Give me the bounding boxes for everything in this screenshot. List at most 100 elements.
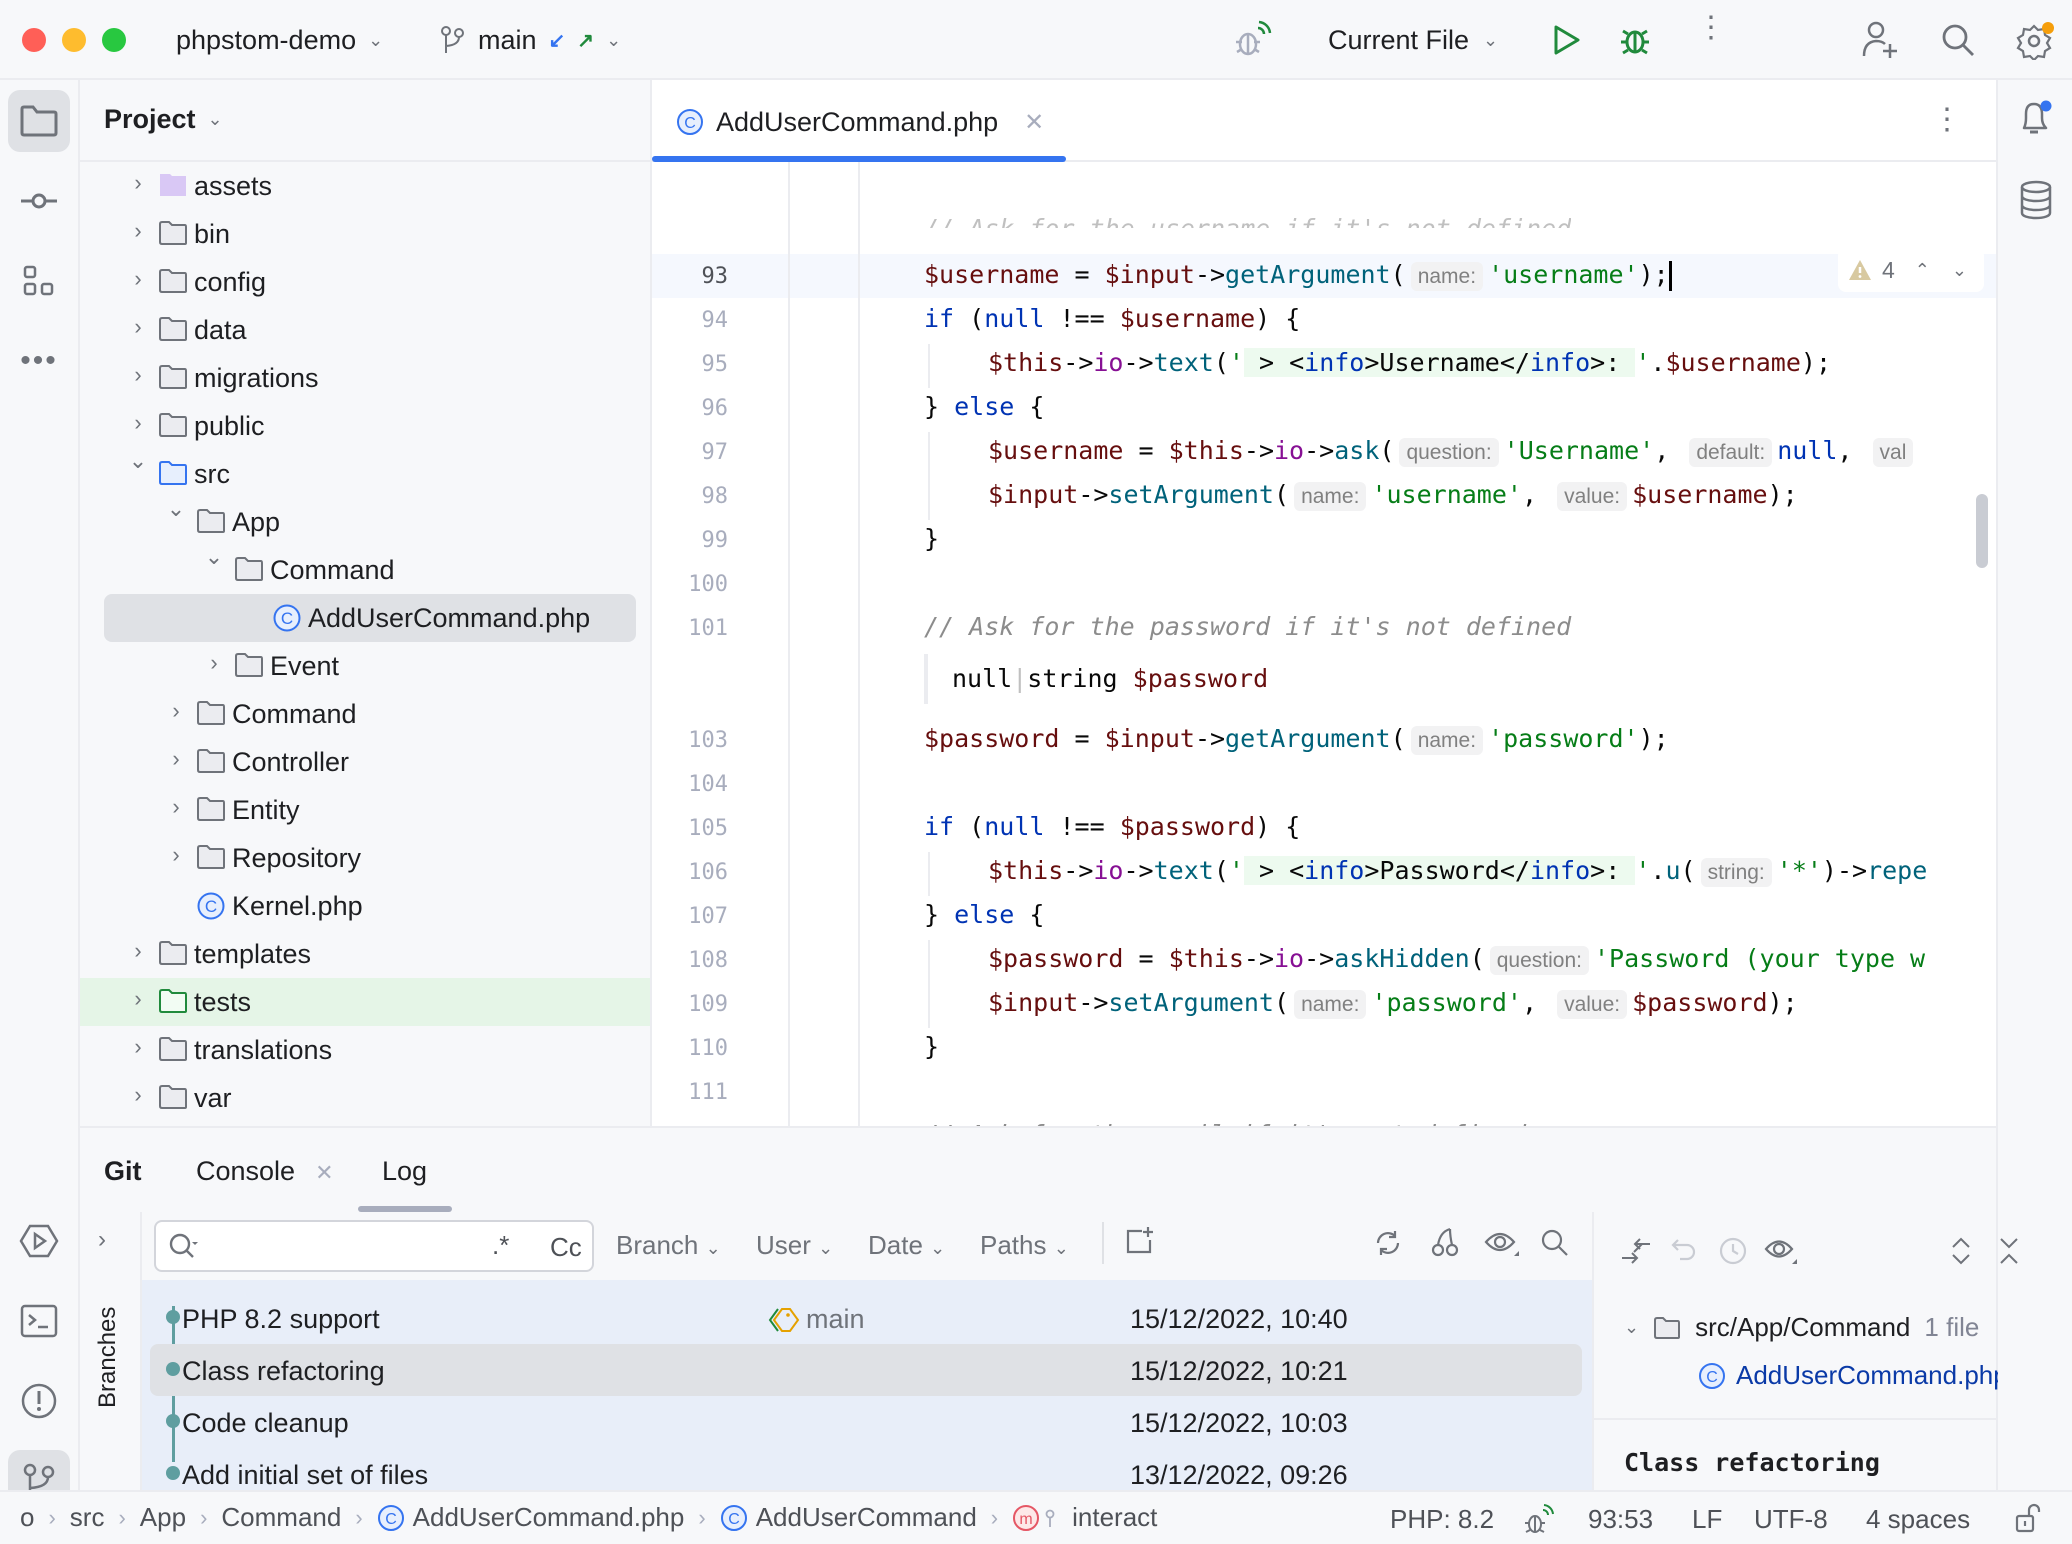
structure-tool-button[interactable] xyxy=(8,250,70,312)
caret-position[interactable]: 93:53 xyxy=(1588,1504,1653,1535)
expand-branches-icon[interactable]: › xyxy=(98,1226,106,1254)
tree-item-tests[interactable]: › tests xyxy=(80,978,650,1026)
project-view-selector[interactable]: Project ⌄ xyxy=(104,104,223,135)
branches-label[interactable]: Branches xyxy=(94,1307,122,1408)
indent-setting[interactable]: 4 spaces xyxy=(1866,1504,1970,1535)
search-everywhere-button[interactable] xyxy=(1940,22,1976,58)
refresh-button[interactable] xyxy=(1372,1228,1404,1258)
chevron-right-icon[interactable]: › xyxy=(128,410,148,436)
search-commit-button[interactable] xyxy=(1540,1228,1570,1258)
chevron-right-icon[interactable]: › xyxy=(128,1034,148,1060)
tree-item-addusercommand-php[interactable]: C AddUserCommand.php xyxy=(80,594,650,642)
run-config-selector[interactable]: Current File ⌄ xyxy=(1328,20,1498,60)
details-view-options-button[interactable] xyxy=(1764,1236,1798,1266)
chevron-right-icon[interactable]: › xyxy=(128,314,148,340)
status-path-item[interactable]: o xyxy=(20,1502,34,1533)
status-path-item[interactable]: Command xyxy=(221,1502,341,1533)
tree-item-controller[interactable]: › Controller xyxy=(80,738,650,786)
tree-item-var[interactable]: › var xyxy=(80,1074,650,1122)
maximize-window-button[interactable] xyxy=(102,28,126,52)
commit-row[interactable]: Code cleanup 15/12/2022, 10:03 xyxy=(150,1396,1582,1448)
project-selector[interactable]: phpstom-demo ⌄ xyxy=(176,20,383,60)
commit-row[interactable]: PHP 8.2 support main 15/12/2022, 10:40 xyxy=(150,1292,1582,1344)
chevron-right-icon[interactable]: › xyxy=(128,986,148,1012)
debug-listen-icon[interactable] xyxy=(1232,18,1272,60)
line-ending[interactable]: LF xyxy=(1692,1504,1722,1535)
chevron-right-icon[interactable]: › xyxy=(128,938,148,964)
tree-item-bin[interactable]: › bin xyxy=(80,210,650,258)
chevron-down-icon[interactable]: ⌄ xyxy=(166,496,186,522)
chevron-right-icon[interactable]: › xyxy=(166,794,186,820)
code-area[interactable]: $username = $input->getArgument(name:'us… xyxy=(652,80,1996,1160)
more-actions-button[interactable]: ⋮ xyxy=(1696,13,1726,43)
revert-button[interactable] xyxy=(1670,1236,1698,1264)
tree-item-data[interactable]: › data xyxy=(80,306,650,354)
tree-item-event[interactable]: › Event xyxy=(80,642,650,690)
problems-tool-button[interactable] xyxy=(8,1370,70,1432)
tab-console[interactable]: Console ✕ xyxy=(196,1156,334,1187)
debug-button[interactable] xyxy=(1618,22,1652,58)
chevron-right-icon[interactable]: › xyxy=(128,1082,148,1108)
new-tab-button[interactable] xyxy=(1124,1226,1156,1256)
minimize-window-button[interactable] xyxy=(62,28,86,52)
tree-item-repository[interactable]: › Repository xyxy=(80,834,650,882)
branch-filter[interactable]: Branch ⌄ xyxy=(616,1230,721,1261)
chevron-right-icon[interactable]: › xyxy=(128,218,148,244)
next-problem-icon[interactable]: ⌄ xyxy=(1952,260,1967,281)
chevron-right-icon[interactable]: › xyxy=(166,746,186,772)
add-user-button[interactable] xyxy=(1860,20,1900,60)
chevron-down-icon[interactable]: ⌄ xyxy=(204,544,224,570)
tree-item-config[interactable]: › config xyxy=(80,258,650,306)
match-case-toggle[interactable]: Cc xyxy=(550,1232,582,1263)
chevron-right-icon[interactable]: › xyxy=(166,698,186,724)
more-tools-button[interactable]: ••• xyxy=(8,330,70,392)
tree-item-src[interactable]: ⌄ src xyxy=(80,448,650,498)
tree-item-command[interactable]: ⌄ Command xyxy=(80,544,650,594)
tree-item-translations[interactable]: › translations xyxy=(80,1026,650,1074)
tree-item-templates[interactable]: › templates xyxy=(80,930,650,978)
debug-listen-icon[interactable] xyxy=(1522,1502,1556,1536)
commit-tool-button[interactable] xyxy=(8,170,70,232)
branch-selector[interactable]: main ↙ ↗ ⌄ xyxy=(440,20,621,60)
tree-item-command[interactable]: › Command xyxy=(80,690,650,738)
tree-item-assets[interactable]: › assets xyxy=(80,162,650,210)
compare-button[interactable] xyxy=(1620,1236,1652,1266)
status-path-item[interactable]: src xyxy=(70,1502,105,1533)
user-filter[interactable]: User ⌄ xyxy=(756,1230,833,1261)
editor-scrollbar[interactable] xyxy=(1976,494,1988,568)
inspection-widget[interactable]: 4 ⌃ ⌄ xyxy=(1838,248,1984,292)
tree-item-migrations[interactable]: › migrations xyxy=(80,354,650,402)
previous-problem-icon[interactable]: ⌃ xyxy=(1915,260,1930,281)
tree-item-kernel-php[interactable]: C Kernel.php xyxy=(80,882,650,930)
chevron-right-icon[interactable]: › xyxy=(128,362,148,388)
close-window-button[interactable] xyxy=(22,28,46,52)
expand-all-button[interactable] xyxy=(1950,1236,1972,1266)
date-filter[interactable]: Date ⌄ xyxy=(868,1230,945,1261)
collapse-all-button[interactable] xyxy=(1998,1236,2020,1266)
regex-toggle[interactable]: .* xyxy=(492,1230,509,1261)
view-options-button[interactable] xyxy=(1484,1228,1520,1258)
chevron-right-icon[interactable]: › xyxy=(166,842,186,868)
log-search-input[interactable]: .* Cc xyxy=(154,1220,594,1272)
changed-file-row[interactable]: C AddUserCommand.php - m xyxy=(1698,1360,1998,1391)
commit-row[interactable]: Class refactoring 15/12/2022, 10:21 xyxy=(150,1344,1582,1396)
chevron-right-icon[interactable]: › xyxy=(128,266,148,292)
status-path-item[interactable]: interact xyxy=(1072,1502,1157,1533)
status-path-item[interactable]: AddUserCommand xyxy=(756,1502,977,1533)
chevron-down-icon[interactable]: ⌄ xyxy=(128,448,148,474)
project-tool-button[interactable] xyxy=(8,90,70,152)
tree-item-app[interactable]: ⌄ App xyxy=(80,496,650,546)
status-path-item[interactable]: App xyxy=(140,1502,186,1533)
services-tool-button[interactable] xyxy=(8,1210,70,1272)
chevron-right-icon[interactable]: › xyxy=(204,650,224,676)
chevron-right-icon[interactable]: › xyxy=(128,170,148,196)
database-button[interactable] xyxy=(2018,180,2054,220)
lock-icon[interactable] xyxy=(2014,1502,2042,1534)
terminal-tool-button[interactable] xyxy=(8,1290,70,1352)
paths-filter[interactable]: Paths ⌄ xyxy=(980,1230,1069,1261)
tab-log[interactable]: Log xyxy=(382,1156,427,1187)
changed-folder-row[interactable]: ⌄ src/App/Command 1 file xyxy=(1624,1312,1979,1343)
php-version[interactable]: PHP: 8.2 xyxy=(1390,1504,1494,1535)
file-encoding[interactable]: UTF-8 xyxy=(1754,1504,1828,1535)
tree-item-public[interactable]: › public xyxy=(80,402,650,450)
